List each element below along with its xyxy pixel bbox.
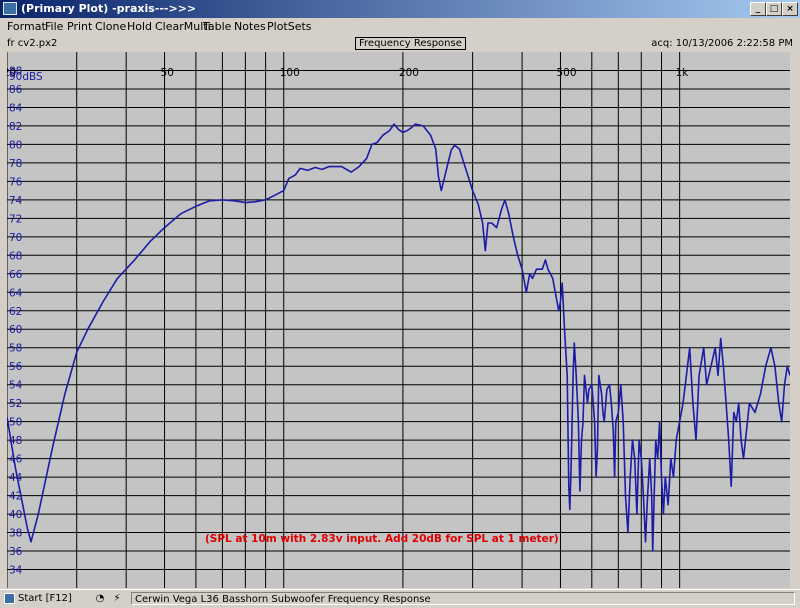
- maximize-button[interactable]: □: [766, 2, 782, 16]
- minimize-button[interactable]: _: [750, 2, 766, 16]
- y-tick-label: 58: [9, 343, 22, 355]
- y-tick-label: 50: [9, 417, 22, 429]
- response-trace: [7, 123, 790, 552]
- window-titlebar: (Primary Plot) -praxis--->>> _ □ ×: [0, 0, 800, 18]
- y-tick-label: 64: [9, 287, 23, 299]
- y-tick-label: 56: [9, 361, 23, 373]
- y-tick-labels: 3436384042444648505254565860626466687072…: [9, 65, 23, 576]
- y-tick-label: 60: [9, 324, 22, 336]
- acquired-timestamp: acq: 10/13/2006 2:22:58 PM: [651, 38, 793, 49]
- x-tick-label: 500: [556, 67, 576, 79]
- menu-table[interactable]: Table: [203, 18, 231, 36]
- x-tick-labels: 20501002005001k: [7, 67, 689, 79]
- y-tick-label: 34: [9, 565, 23, 577]
- y-tick-label: 72: [9, 213, 22, 225]
- meter-icon[interactable]: ◔: [94, 593, 106, 605]
- y-unit-label: 90dBS: [9, 71, 43, 83]
- frequency-response-chart[interactable]: 20501002005001k 343638404244464850525456…: [7, 52, 790, 588]
- x-tick-label: 1k: [676, 67, 690, 79]
- menu-file[interactable]: File: [45, 18, 63, 36]
- y-tick-label: 62: [9, 306, 22, 318]
- y-tick-label: 70: [9, 232, 22, 244]
- menu-hold[interactable]: Hold: [127, 18, 152, 36]
- y-tick-label: 78: [9, 158, 22, 170]
- spl-annotation: (SPL at 10m with 2.83v input. Add 20dB f…: [205, 533, 559, 545]
- menu-format[interactable]: Format: [7, 18, 46, 36]
- y-tick-label: 36: [9, 546, 23, 558]
- menu-plotsets[interactable]: PlotSets: [267, 18, 312, 36]
- close-button[interactable]: ×: [782, 2, 798, 16]
- probe-icon[interactable]: ⚡: [111, 593, 123, 605]
- plot-header: fr cv2.px2 Frequency Response acq: 10/13…: [0, 36, 800, 52]
- start-button[interactable]: Start [F12]: [4, 592, 72, 606]
- y-tick-label: 52: [9, 398, 22, 410]
- y-tick-label: 46: [9, 454, 23, 466]
- y-tick-label: 82: [9, 121, 22, 133]
- y-tick-label: 76: [9, 176, 23, 188]
- y-tick-label: 38: [9, 528, 22, 540]
- y-tick-label: 40: [9, 509, 22, 521]
- plot-title[interactable]: Frequency Response: [355, 37, 466, 50]
- y-tick-label: 86: [9, 84, 23, 96]
- start-label: Start [F12]: [18, 593, 72, 604]
- plot-grid: [7, 52, 790, 588]
- status-bar: Start [F12] ◔ ⚡ Cerwin Vega L36 Basshorn…: [0, 589, 800, 608]
- app-icon: [3, 2, 17, 15]
- y-tick-label: 54: [9, 380, 23, 392]
- start-icon: [4, 592, 15, 604]
- y-tick-label: 68: [9, 250, 22, 262]
- menu-bar: Format File Print Clone Hold ClearMulti …: [0, 18, 800, 36]
- y-tick-label: 74: [9, 195, 23, 207]
- x-tick-label: 100: [280, 67, 300, 79]
- plot-area[interactable]: 20501002005001k 343638404244464850525456…: [7, 52, 790, 588]
- menu-notes[interactable]: Notes: [234, 18, 266, 36]
- y-tick-label: 84: [9, 102, 23, 114]
- x-tick-label: 200: [399, 67, 419, 79]
- status-text: Cerwin Vega L36 Basshorn Subwoofer Frequ…: [131, 592, 795, 605]
- menu-clone[interactable]: Clone: [95, 18, 126, 36]
- file-name: fr cv2.px2: [7, 38, 58, 49]
- menu-print[interactable]: Print: [67, 18, 92, 36]
- x-tick-label: 50: [161, 67, 174, 79]
- y-tick-label: 80: [9, 139, 22, 151]
- y-tick-label: 66: [9, 269, 23, 281]
- window-title: (Primary Plot) -praxis--->>>: [21, 2, 197, 15]
